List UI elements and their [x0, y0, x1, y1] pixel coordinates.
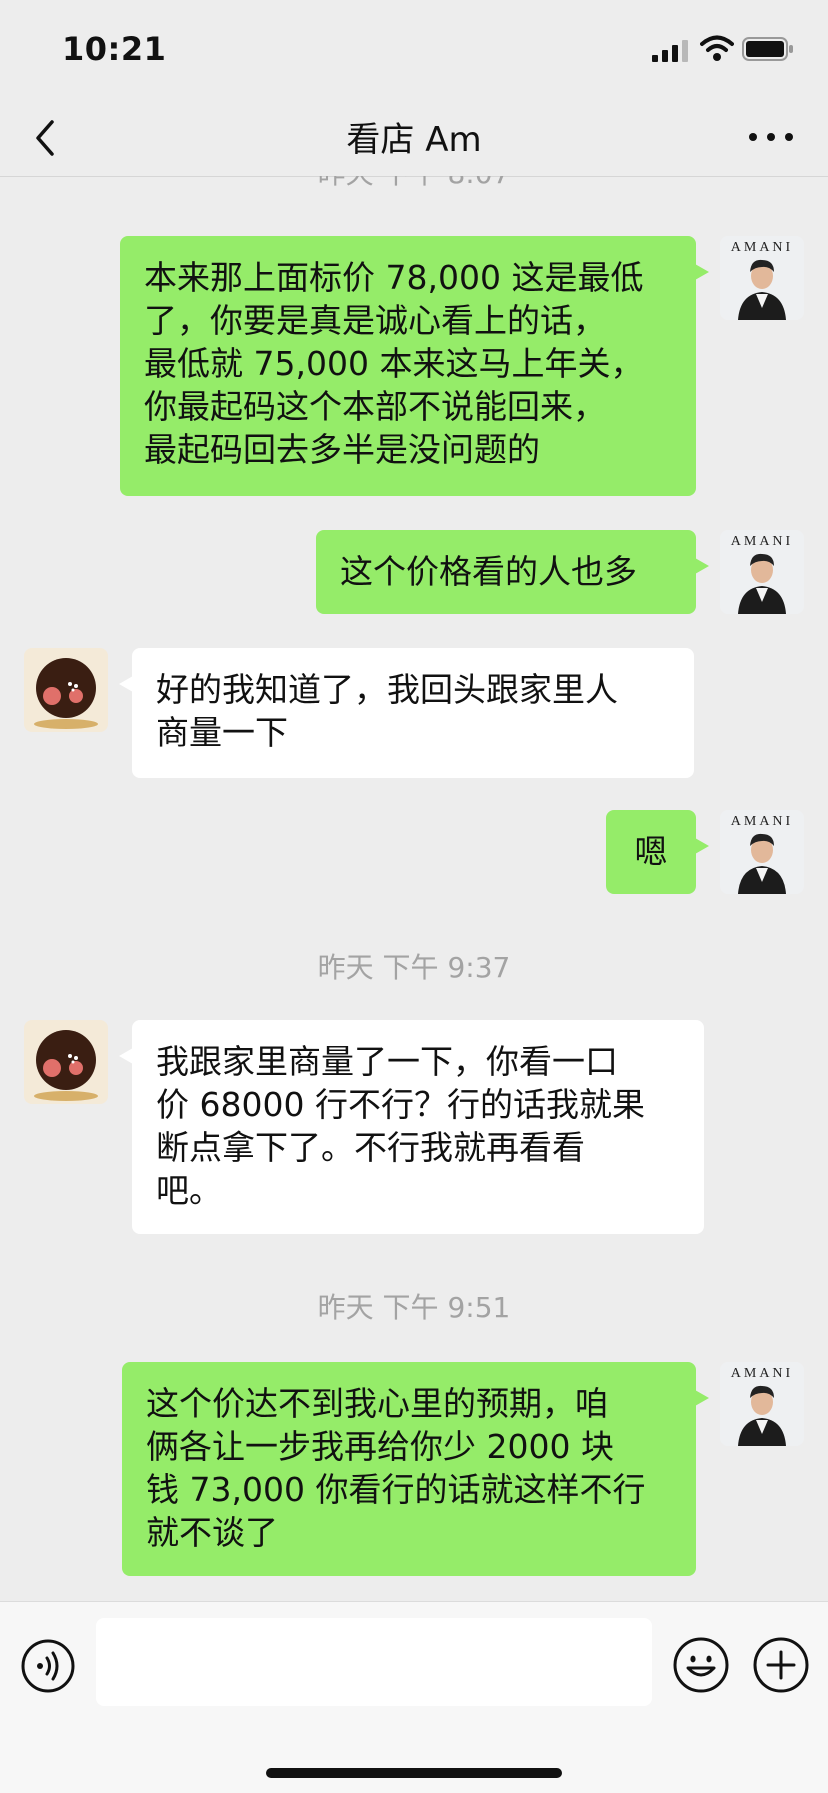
my-avatar[interactable]: AMANI: [720, 530, 804, 614]
avatar-cartoon: [24, 1020, 108, 1104]
message-line: 最起码回去多半是没问题的: [144, 430, 540, 469]
avatar-brand-text: AMANI: [730, 814, 794, 829]
message-line: 吧。: [156, 1171, 222, 1210]
cellular-signal-icon: [652, 40, 688, 62]
contact-avatar[interactable]: [24, 1020, 108, 1104]
avatar-brand-text: AMANI: [730, 240, 794, 255]
message-line: 你最起码这个本部不说能回来，: [144, 387, 606, 426]
chat-title: 看店 Am: [346, 120, 482, 160]
avatar-brand-text: AMANI: [730, 534, 794, 549]
timestamp: 昨天 下午 9:51: [317, 1291, 511, 1324]
my-avatar[interactable]: AMANI: [720, 1362, 804, 1446]
message-bubble-sent[interactable]: 这个价格看的人也多: [316, 530, 709, 614]
message-line: 钱 73,000 你看行的话就这样不行: [146, 1470, 646, 1509]
message-bubble-received[interactable]: 我跟家里商量了一下，你看一口 价 68000 行不行？行的话我就果 断点拿下了。…: [119, 1020, 704, 1234]
contact-avatar[interactable]: [24, 648, 108, 732]
message-bubble-sent[interactable]: 本来那上面标价 78,000 这是最低 了，你要是真是诚心看上的话， 最低就 7…: [120, 236, 709, 496]
message-line: 好的我知道了，我回头跟家里人: [156, 670, 618, 709]
status-time: 10:21: [62, 30, 167, 68]
message-line: 这个价达不到我心里的预期，咱: [146, 1384, 608, 1423]
input-bar: [0, 1601, 828, 1793]
home-indicator[interactable]: [266, 1768, 562, 1778]
voice-icon[interactable]: [20, 1638, 76, 1694]
message-bubble-sent[interactable]: 这个价达不到我心里的预期，咱 俩各让一步我再给你少 2000 块 钱 73,00…: [122, 1362, 709, 1576]
message-line: 了，你要是真是诚心看上的话，: [144, 301, 606, 340]
message-bubble-received[interactable]: 好的我知道了，我回头跟家里人 商量一下: [119, 648, 694, 778]
message-line: 商量一下: [156, 713, 288, 752]
timestamp: 昨天 下午 9:37: [317, 951, 511, 984]
message-line: 这个价格看的人也多: [340, 552, 637, 591]
status-bar: 10:21: [0, 0, 828, 100]
my-avatar[interactable]: AMANI: [720, 810, 804, 894]
message-bubble-sent[interactable]: 嗯: [606, 810, 709, 894]
timestamp: 昨天 下午 8:07: [0, 176, 828, 192]
message-line: 我跟家里商量了一下，你看一口: [156, 1042, 618, 1081]
my-avatar[interactable]: AMANI: [720, 236, 804, 320]
message-line: 本来那上面标价 78,000 这是最低: [144, 258, 644, 297]
emoji-icon[interactable]: [672, 1636, 730, 1694]
avatar-brand-text: AMANI: [730, 1366, 794, 1381]
message-line: 最低就 75,000 本来这马上年关，: [144, 344, 644, 383]
message-input[interactable]: [96, 1618, 652, 1706]
avatar-cartoon: [24, 648, 108, 732]
message-list[interactable]: 昨天 下午 8:07 本来那上面标价 78,000 这是最低 了，你要是真是诚心…: [0, 176, 828, 1601]
chat-header: 看店 Am: [0, 100, 828, 177]
wifi-icon: [700, 35, 734, 61]
battery-icon: [742, 37, 793, 61]
plus-icon[interactable]: [752, 1636, 810, 1694]
message-line: 就不谈了: [146, 1513, 278, 1552]
message-line: 价 68000 行不行？行的话我就果: [156, 1085, 645, 1124]
more-dots-icon[interactable]: [744, 122, 798, 152]
message-line: 俩各让一步我再给你少 2000 块: [146, 1427, 614, 1466]
message-line: 断点拿下了。不行我就再看看: [156, 1128, 585, 1167]
message-line: 嗯: [634, 832, 668, 871]
